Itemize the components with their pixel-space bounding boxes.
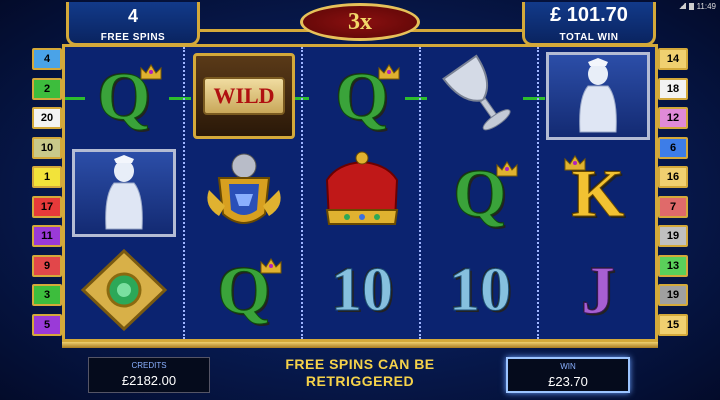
- ghost-symbol: [546, 52, 650, 140]
- payline-right-7: 13: [658, 254, 688, 277]
- crown-icon: [139, 63, 163, 81]
- multiplier-badge: 3x: [300, 3, 420, 41]
- ten-symbol: 10: [331, 256, 394, 324]
- free-spins-label: FREE SPINS: [100, 32, 166, 43]
- reel-area: Q WILD Q Q 10 Q 10 K J: [62, 44, 658, 342]
- reel-cell: WILD: [189, 49, 299, 143]
- payline-indicators-left: 4 2 20 10 1 17 11 9 3 5: [32, 48, 62, 336]
- payline-left-7: 9: [32, 254, 62, 277]
- payline-left-5: 17: [32, 195, 62, 218]
- free-spins-count: 4: [127, 6, 138, 26]
- amulet-symbol: [80, 248, 168, 332]
- reel-cell: [307, 146, 417, 240]
- ten-symbol: 10: [449, 256, 512, 324]
- reel-cell: [425, 49, 535, 143]
- battery-icon: [688, 2, 694, 10]
- goblet-symbol: [442, 54, 511, 131]
- payline-left-6: 11: [32, 225, 62, 248]
- win-label: WIN: [560, 362, 576, 371]
- reel-2: WILD Q: [183, 47, 301, 339]
- reel-cell: J: [543, 243, 653, 337]
- ghost-symbol: [72, 149, 176, 237]
- payline-left-0: 4: [32, 48, 62, 70]
- payline-left-9: 5: [32, 313, 62, 336]
- signal-icon: [677, 3, 686, 9]
- reel-4: Q 10: [419, 47, 537, 339]
- total-win-panel: £ 101.70 TOTAL WIN: [522, 2, 656, 46]
- reel-cell: [543, 49, 653, 143]
- payline-left-3: 10: [32, 136, 62, 159]
- free-spins-panel: 4 FREE SPINS: [66, 2, 200, 46]
- reel-3: Q 10: [301, 47, 419, 339]
- reel-cell: Q: [307, 49, 417, 143]
- reel-cell: 10: [425, 243, 535, 337]
- retrigger-message: FREE SPINS CAN BE RETRIGGERED: [285, 356, 435, 389]
- credits-label: CREDITS: [131, 361, 167, 370]
- payline-right-2: 12: [658, 107, 688, 130]
- total-win-amount: £ 101.70: [550, 4, 628, 26]
- reel-cell: Q: [189, 243, 299, 337]
- royal-crown-symbol: [325, 151, 399, 225]
- reel-cell: Q: [425, 146, 535, 240]
- payline-right-9: 15: [658, 313, 688, 336]
- payline-right-1: 18: [658, 77, 688, 100]
- reel-5: KJ: [537, 47, 655, 339]
- crown-icon: [495, 160, 519, 178]
- payline-left-1: 2: [32, 77, 62, 100]
- bottom-gold-rail: [62, 342, 658, 348]
- credits-value: £2182.00: [121, 373, 177, 388]
- total-win-label: TOTAL WIN: [559, 32, 619, 43]
- payline-right-4: 16: [658, 166, 688, 189]
- payline-left-2: 20: [32, 107, 62, 130]
- wild-label: WILD: [203, 77, 285, 115]
- reel-cell: [69, 243, 179, 337]
- reel-cell: [189, 146, 299, 240]
- reel-cell: Q: [69, 49, 179, 143]
- reel-cell: K: [543, 146, 653, 240]
- payline-right-8: 19: [658, 284, 688, 307]
- payline-right-5: 7: [658, 195, 688, 218]
- credits-meter: CREDITS £2182.00: [88, 357, 210, 393]
- wild-symbol: WILD: [193, 53, 295, 139]
- reel-cell: 10: [307, 243, 417, 337]
- payline-right-6: 19: [658, 225, 688, 248]
- crest-symbol: [207, 153, 281, 224]
- clock: 11:49: [696, 1, 716, 11]
- win-meter: WIN £23.70: [506, 357, 630, 393]
- crown-icon: [259, 257, 283, 275]
- payline-left-4: 1: [32, 166, 62, 189]
- payline-right-3: 6: [658, 136, 688, 159]
- win-value: £23.70: [548, 374, 588, 389]
- reel-1: Q: [65, 47, 183, 339]
- jack-symbol: J: [581, 252, 616, 328]
- crown-icon: [563, 154, 587, 172]
- payline-right-0: 14: [658, 48, 688, 70]
- payline-indicators-right: 14 18 12 6 16 7 19 13 19 15: [658, 48, 688, 336]
- payline-left-8: 3: [32, 284, 62, 307]
- crown-icon: [377, 63, 401, 81]
- reel-cell: [69, 146, 179, 240]
